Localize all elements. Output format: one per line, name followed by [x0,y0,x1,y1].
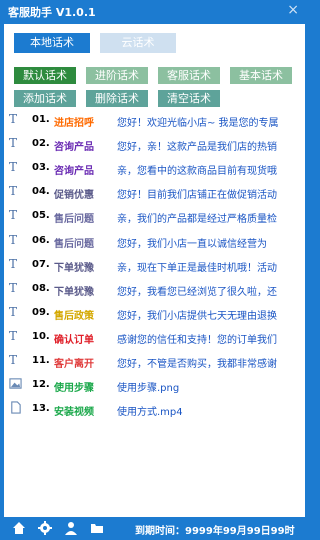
list-item[interactable]: T 05. 售后问题 亲，我们的产品都是经过严格质量检 [4,206,305,226]
item-text: 您好，我看您已经浏览了很久啦，还 [117,286,277,298]
text-icon: T [9,353,18,367]
footer-bar: 到期时间：9999年99月99日99时 [0,517,309,540]
item-number: 04. [32,186,50,198]
item-tag: 安装视频 [54,407,94,419]
folder-icon[interactable] [90,521,104,535]
item-text: 您好，我们小店一直以诚信经营为 [117,238,267,250]
window-title: 客服助手 V1.0.1 [8,6,96,19]
item-text: 您好，我们小店提供七天无理由退换 [117,310,277,322]
add-script-button[interactable]: 添加话术 [14,90,76,107]
item-number: 02. [32,138,50,150]
item-tag: 促销优惠 [54,190,94,202]
list-item[interactable]: T 10. 确认订单 感谢您的信任和支持！您的订单我们 [4,327,305,347]
item-tag: 咨询产品 [54,142,94,154]
clear-scripts-button[interactable]: 清空话术 [158,90,220,107]
list-item[interactable]: 12. 使用步骤 使用步骤.png [4,375,305,395]
item-text: 感谢您的信任和支持！您的订单我们 [117,334,277,346]
list-item[interactable]: T 11. 客户离开 您好，不管是否购买，我都非常感谢 [4,351,305,371]
item-tag: 下单犹豫 [54,286,94,298]
expire-time: 到期时间：9999年99月99日99时 [135,526,295,537]
category-default-button[interactable]: 默认话术 [14,67,76,84]
item-tag: 售后政策 [54,310,94,322]
list-item[interactable]: T 09. 售后政策 您好，我们小店提供七天无理由退换 [4,303,305,323]
item-text: 亲，我们的产品都是经过严格质量检 [117,214,277,226]
item-number: 08. [32,282,50,294]
category-advanced-button[interactable]: 进阶话术 [86,67,148,84]
text-icon: T [9,304,18,319]
file-icon [9,401,22,415]
list-item[interactable]: T 02. 咨询产品 您好，亲！这款产品是我们店的热销 [4,134,305,154]
item-tag: 咨询产品 [54,166,94,178]
text-icon: T [9,280,18,295]
text-icon: T [9,328,18,343]
tab-cloud-scripts[interactable]: 云话术 [100,33,176,53]
tab-local-scripts[interactable]: 本地话术 [14,33,90,53]
text-icon: T [9,208,18,223]
app-window: 客服助手 V1.0.1 × 本地话术 云话术 默认话术 进阶话术 客服话术 基本… [0,0,309,540]
user-icon[interactable] [64,521,78,535]
text-icon: T [9,160,18,175]
item-number: 12. [32,379,50,391]
category-service-button[interactable]: 客服话术 [158,67,220,84]
list-item[interactable]: T 08. 下单犹豫 您好，我看您已经浏览了很久啦，还 [4,279,305,299]
gear-icon[interactable] [38,521,52,535]
item-number: 06. [32,234,50,246]
category-basic-button[interactable]: 基本话术 [230,67,292,84]
item-tag: 售后问题 [54,214,94,226]
item-number: 01. [32,114,50,125]
list-item[interactable]: T 04. 促销优惠 您好！目前我们店铺正在做促销活动 [4,182,305,202]
item-tag: 客户离开 [54,359,94,370]
item-tag: 确认订单 [54,334,94,346]
text-icon: T [9,256,18,271]
item-number: 07. [32,258,50,270]
delete-script-button[interactable]: 删除话术 [86,90,148,107]
item-text: 使用方式.mp4 [117,407,183,419]
item-text: 您好！欢迎光临小店~ 我是您的专属 [117,118,279,129]
item-text: 使用步骤.png [117,383,180,395]
text-icon: T [9,232,18,247]
text-icon: T [9,112,18,126]
titlebar: 客服助手 V1.0.1 × [0,0,309,24]
item-text: 您好！目前我们店铺正在做促销活动 [117,190,277,202]
list-item[interactable]: T 03. 咨询产品 亲，您看中的这款商品目前有现货哦 [4,158,305,178]
item-number: 05. [32,210,50,222]
list-item[interactable]: 13. 安装视频 使用方式.mp4 [4,399,305,419]
close-icon[interactable]: × [287,2,299,18]
home-icon[interactable] [12,521,26,535]
list-item[interactable]: T 01. 进店招呼 您好！欢迎光临小店~ 我是您的专属 [4,110,305,130]
item-number: 13. [32,403,50,415]
list-item[interactable]: T 07. 下单犹豫 亲，现在下单正是最佳时机哦！活动 [4,255,305,275]
item-tag: 下单犹豫 [54,262,94,274]
item-text: 亲，您看中的这款商品目前有现货哦 [117,166,277,178]
text-icon: T [9,136,18,151]
item-number: 10. [32,330,50,342]
item-text: 您好，亲！这款产品是我们店的热销 [117,142,277,154]
item-tag: 进店招呼 [54,118,94,129]
list-item[interactable]: T 06. 售后问题 您好，我们小店一直以诚信经营为 [4,231,305,251]
item-text: 亲，现在下单正是最佳时机哦！活动 [117,262,277,274]
item-text: 您好，不管是否购买，我都非常感谢 [117,359,277,370]
item-tag: 售后问题 [54,238,94,250]
item-tag: 使用步骤 [54,383,94,395]
item-number: 03. [32,162,50,174]
text-icon: T [9,184,18,199]
item-number: 11. [32,355,50,366]
item-number: 09. [32,306,50,318]
image-icon [9,377,22,391]
